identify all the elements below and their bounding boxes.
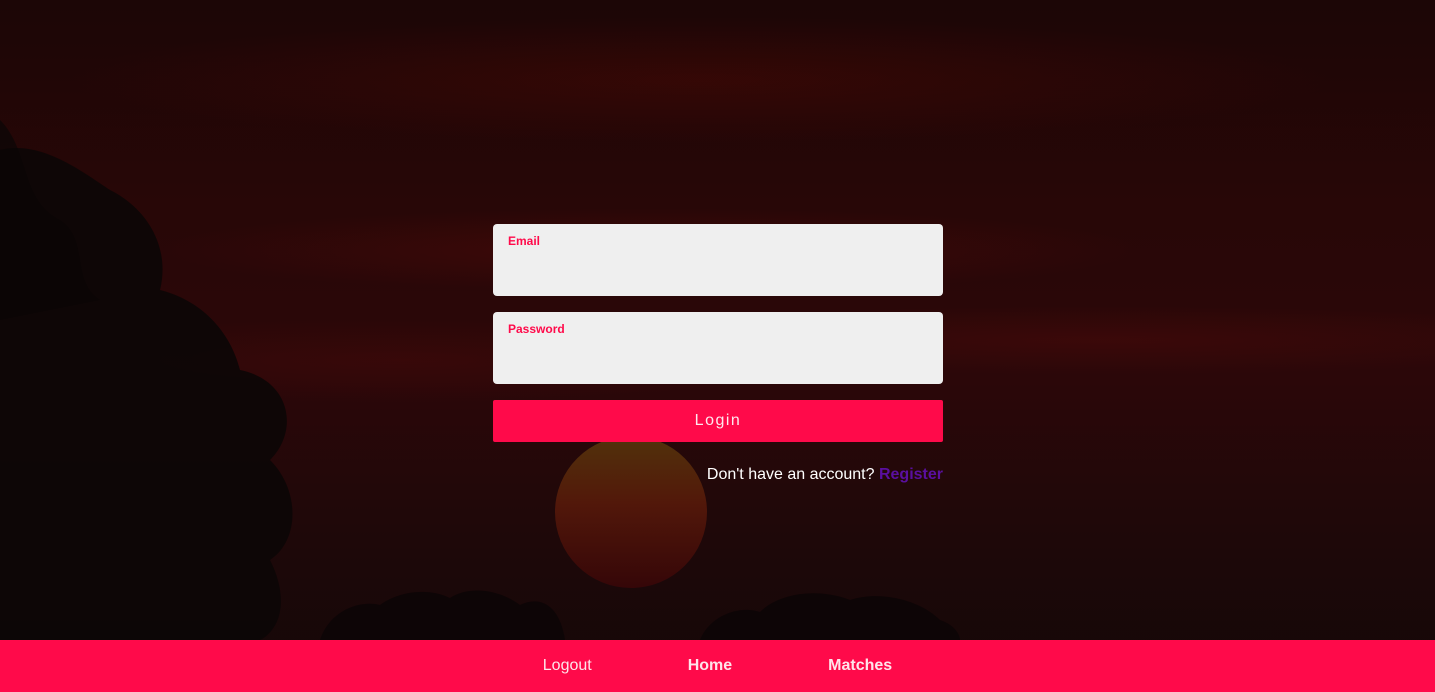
bottom-navbar: Logout Home Matches: [0, 640, 1435, 692]
email-label: Email: [508, 234, 541, 248]
nav-item-home[interactable]: Home: [688, 657, 732, 675]
register-link[interactable]: Register: [879, 466, 943, 483]
register-prompt-text: Don't have an account?: [706, 466, 875, 483]
password-input[interactable]: [508, 342, 932, 376]
email-input[interactable]: [508, 254, 932, 288]
nav-item-matches[interactable]: Matches: [828, 657, 892, 675]
password-field[interactable]: Password: [493, 312, 943, 384]
login-form: Email Password Login Don't have an accou…: [493, 224, 943, 484]
login-button[interactable]: Login: [493, 400, 943, 442]
nav-item-logout[interactable]: Logout: [543, 657, 592, 675]
page: Email Password Login Don't have an accou…: [0, 0, 1435, 692]
email-field[interactable]: Email: [493, 224, 943, 296]
register-prompt: Don't have an account? Register: [493, 466, 943, 484]
password-label: Password: [508, 322, 565, 336]
